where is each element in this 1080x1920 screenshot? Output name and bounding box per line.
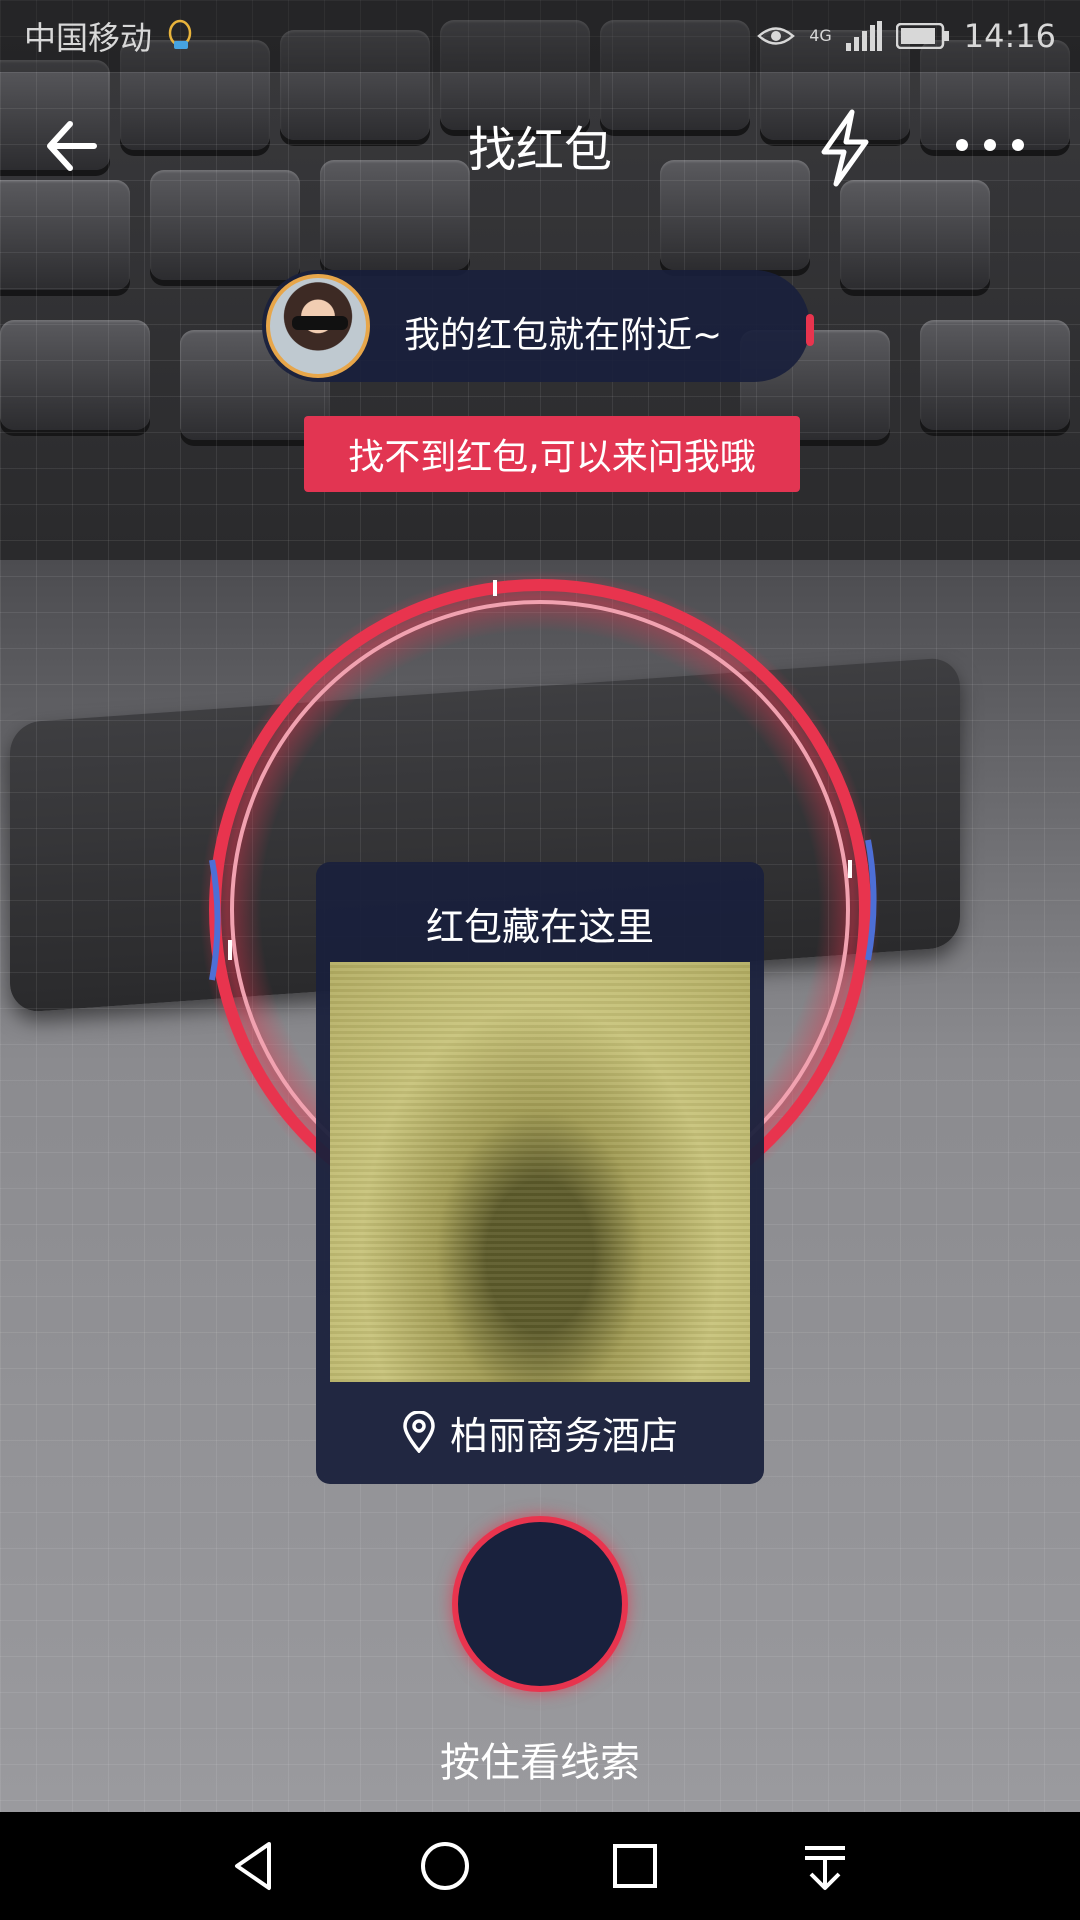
hint-indicator — [806, 314, 814, 346]
hold-button-label: 按住看线索 — [440, 1740, 640, 1786]
battery-icon — [895, 23, 949, 49]
top-nav-bar: 找红包 — [0, 100, 1080, 190]
sender-avatar[interactable] — [266, 274, 370, 378]
more-icon[interactable] — [950, 120, 1030, 170]
location-name: 柏丽商务酒店 — [449, 1413, 678, 1458]
clue-title: 红包藏在这里 — [425, 905, 654, 949]
flash-icon[interactable] — [810, 108, 880, 188]
page-title: 找红包 — [467, 122, 612, 178]
ask-me-label: 找不到红包,可以来问我哦 — [348, 437, 756, 478]
eye-comfort-icon — [757, 27, 796, 45]
signal-icon — [845, 21, 882, 51]
clue-location: 柏丽商务酒店 — [316, 1402, 764, 1462]
hint-text: 我的红包就在附近~ — [404, 315, 723, 356]
back-triangle-icon[interactable] — [223, 1834, 287, 1898]
qq-notification-icon — [168, 19, 192, 49]
system-nav-bar — [0, 1812, 1080, 1920]
avatar-glasses — [292, 316, 348, 330]
clue-card: 红包藏在这里 柏丽商务酒店 — [316, 862, 764, 1484]
keyboard-key — [0, 320, 150, 430]
carrier-label: 中国移动 — [24, 19, 153, 57]
keyboard-key — [920, 320, 1070, 430]
notification-pull-icon[interactable] — [793, 1834, 857, 1898]
home-circle-icon[interactable] — [413, 1834, 477, 1898]
status-bar: 中国移动 4G 14:16 — [0, 0, 1080, 72]
ask-me-banner[interactable]: 找不到红包,可以来问我哦 — [304, 416, 800, 492]
recents-square-icon[interactable] — [603, 1834, 667, 1898]
clue-photo — [330, 962, 750, 1382]
hold-to-view-button[interactable] — [452, 1516, 628, 1692]
back-arrow-icon[interactable] — [40, 116, 100, 176]
network-type-label: 4G — [809, 26, 832, 45]
keyboard-key — [840, 180, 990, 290]
keyboard-key — [0, 180, 130, 290]
location-pin-icon — [403, 1411, 435, 1453]
clock-label: 14:16 — [963, 17, 1056, 55]
